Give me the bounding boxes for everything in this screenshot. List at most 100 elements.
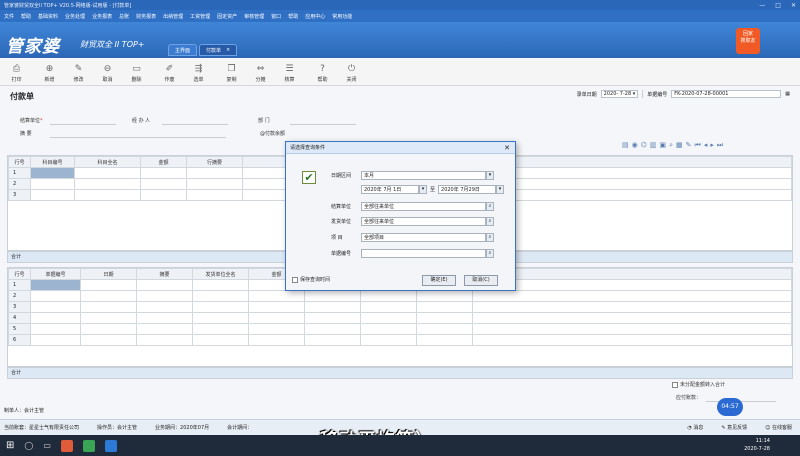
- app-icon-green[interactable]: [82, 439, 95, 452]
- end-date-input[interactable]: 2020年 7月29日: [438, 185, 497, 194]
- remember-box[interactable]: [292, 276, 298, 283]
- table-cell[interactable]: [30, 189, 75, 201]
- table-cell[interactable]: [416, 301, 473, 313]
- void-button[interactable]: ✐ 作废: [155, 59, 184, 85]
- table-cell[interactable]: [30, 290, 81, 302]
- table-cell[interactable]: [136, 290, 193, 302]
- table-cell[interactable]: [136, 312, 193, 324]
- ok-button[interactable]: 确定(E): [422, 275, 456, 286]
- subject-field[interactable]: 全部项目: [361, 233, 486, 242]
- table-cell[interactable]: [30, 279, 81, 291]
- chart-icon[interactable]: ▥: [650, 141, 657, 150]
- summary-input[interactable]: [50, 137, 226, 138]
- subject-search-icon[interactable]: ⌕: [486, 233, 494, 242]
- docno-field[interactable]: [361, 249, 486, 258]
- menu-cashier[interactable]: 出纳管理: [163, 13, 183, 20]
- end-date-picker-icon[interactable]: ▾: [496, 185, 505, 194]
- settle-unit-input[interactable]: [50, 124, 116, 125]
- view-icon[interactable]: ◉: [632, 141, 638, 150]
- docno-search-icon[interactable]: ⌕: [486, 249, 494, 258]
- app-icon-red[interactable]: [60, 439, 73, 452]
- department-input[interactable]: [290, 124, 356, 125]
- col-summary[interactable]: 摘要: [136, 268, 193, 280]
- table-cell[interactable]: [360, 323, 417, 335]
- select-doc-button[interactable]: ⇶ 选单: [184, 59, 213, 85]
- table-cell[interactable]: [360, 334, 417, 346]
- search-icon[interactable]: ⌕: [669, 141, 673, 150]
- menu-app-center[interactable]: 应用中心: [305, 13, 325, 20]
- remember-checkbox[interactable]: 保存查询时间: [292, 276, 330, 283]
- app-icon-blue[interactable]: [104, 439, 117, 452]
- table-row[interactable]: 4: [8, 312, 792, 324]
- table-row[interactable]: 3: [8, 301, 792, 313]
- table-cell[interactable]: [140, 189, 187, 201]
- table-cell[interactable]: [30, 301, 81, 313]
- table-cell[interactable]: [248, 301, 305, 313]
- table-cell[interactable]: [80, 334, 137, 346]
- table-cell[interactable]: [416, 334, 473, 346]
- windows-start-icon[interactable]: ⊞: [6, 440, 14, 451]
- help-button[interactable]: ? 帮助: [308, 59, 337, 85]
- col-subject-name[interactable]: 科目全名: [74, 156, 141, 168]
- tab-payment[interactable]: 付款单 ×: [199, 44, 238, 56]
- table-cell[interactable]: [360, 312, 417, 324]
- tree-icon[interactable]: ⌬: [641, 141, 647, 150]
- table-cell[interactable]: [80, 279, 137, 291]
- copy-button[interactable]: ❐ 复制: [217, 59, 246, 85]
- table-cell[interactable]: [80, 290, 137, 302]
- date-range-select[interactable]: 本月: [361, 171, 486, 180]
- table-cell[interactable]: [80, 301, 137, 313]
- settle-search-icon[interactable]: ⌕: [486, 202, 494, 211]
- table-cell[interactable]: [192, 334, 249, 346]
- start-date-picker-icon[interactable]: ▾: [419, 185, 427, 194]
- table-cell[interactable]: [186, 189, 243, 201]
- table-cell[interactable]: [74, 167, 141, 179]
- system-clock[interactable]: 11:14 2020-7-28: [744, 437, 770, 453]
- col-amount[interactable]: 金额: [140, 156, 187, 168]
- supplier-search-icon[interactable]: ⌕: [486, 217, 494, 226]
- table-cell[interactable]: [416, 312, 473, 324]
- table-cell[interactable]: [30, 334, 81, 346]
- search-taskbar-icon[interactable]: ◯: [24, 441, 33, 450]
- table-row[interactable]: 5: [8, 323, 792, 335]
- service-button[interactable]: ☺ 在线客服: [765, 424, 792, 431]
- table-cell[interactable]: [416, 323, 473, 335]
- table-cell[interactable]: [248, 290, 305, 302]
- table-icon[interactable]: ▦: [676, 141, 683, 150]
- table-cell[interactable]: [416, 290, 473, 302]
- prev-record-icon[interactable]: ◂: [704, 141, 708, 150]
- dialog-close-icon[interactable]: ✕: [504, 144, 510, 152]
- table-cell[interactable]: [74, 178, 141, 190]
- doc-number-browse-icon[interactable]: ▦: [785, 91, 790, 97]
- message-button[interactable]: ◔ 消息: [687, 424, 703, 431]
- calendar-dropdown-icon[interactable]: ▾: [631, 91, 636, 97]
- date-field[interactable]: 2020- 7-28 ▾: [600, 90, 639, 98]
- table-cell[interactable]: [192, 312, 249, 324]
- table-cell[interactable]: [80, 323, 137, 335]
- menu-help-2[interactable]: 帮助: [288, 13, 298, 20]
- table-cell[interactable]: [248, 334, 305, 346]
- col-date[interactable]: 日期: [80, 268, 137, 280]
- menu-file[interactable]: 文件: [4, 13, 14, 20]
- col-supplier-name[interactable]: 发货单位全名: [192, 268, 249, 280]
- settle-unit-field[interactable]: 全部往来单位: [361, 202, 486, 211]
- chevron-down-icon[interactable]: ▾: [486, 171, 494, 180]
- col-doc-number[interactable]: 单据编号: [30, 268, 81, 280]
- menu-business[interactable]: 业务处理: [65, 13, 85, 20]
- table-cell[interactable]: [30, 167, 75, 179]
- table-cell[interactable]: [136, 323, 193, 335]
- menu-window[interactable]: 窗口: [271, 13, 281, 20]
- supplier-field[interactable]: 全部往来单位: [361, 217, 486, 226]
- table-cell[interactable]: [140, 167, 187, 179]
- menu-fixed-assets[interactable]: 固定资产: [217, 13, 237, 20]
- table-cell[interactable]: [192, 323, 249, 335]
- close-button[interactable]: ⏻ 关闭: [337, 59, 366, 85]
- table-cell[interactable]: [248, 312, 305, 324]
- table-cell[interactable]: [140, 178, 187, 190]
- handler-input[interactable]: [162, 124, 228, 125]
- col-subject-code[interactable]: 科目编号: [30, 156, 75, 168]
- menu-basic-data[interactable]: 基础资料: [38, 13, 58, 20]
- menu-payroll[interactable]: 工资管理: [190, 13, 210, 20]
- menu-audit[interactable]: 审核管理: [244, 13, 264, 20]
- feedback-button[interactable]: ✎ 意见反馈: [721, 424, 747, 431]
